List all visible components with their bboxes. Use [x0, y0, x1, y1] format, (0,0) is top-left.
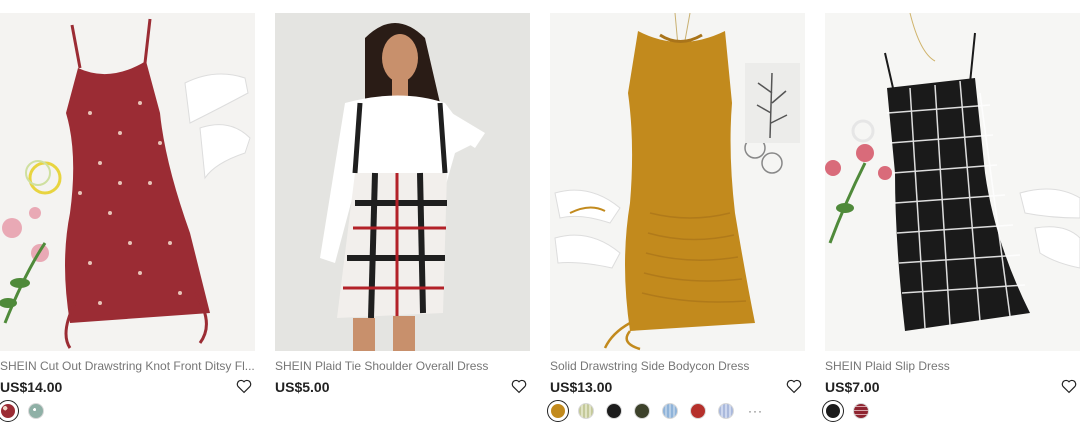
color-swatch[interactable] — [634, 403, 650, 419]
color-swatches — [822, 400, 1080, 422]
color-swatch[interactable] — [690, 403, 706, 419]
heart-outline-icon[interactable] — [1060, 377, 1078, 395]
color-swatch[interactable] — [28, 403, 44, 419]
product-card[interactable]: Solid Drawstring Side Bodycon Dress US$1… — [547, 13, 805, 422]
product-image[interactable] — [825, 13, 1080, 351]
color-swatches — [275, 400, 530, 422]
color-swatch[interactable] — [547, 400, 569, 422]
plaid-overall-dress-photo — [275, 13, 530, 351]
color-swatch[interactable] — [662, 403, 678, 419]
product-price: US$14.00 — [0, 379, 63, 395]
color-swatch[interactable] — [578, 403, 594, 419]
color-swatch[interactable] — [718, 403, 734, 419]
product-title[interactable]: SHEIN Cut Out Drawstring Knot Front Dits… — [0, 359, 255, 373]
product-title[interactable]: SHEIN Plaid Slip Dress — [825, 359, 1080, 373]
heart-outline-icon[interactable] — [235, 377, 253, 395]
product-image[interactable] — [0, 13, 255, 351]
product-price: US$5.00 — [275, 379, 330, 395]
product-image[interactable] — [275, 13, 530, 351]
color-swatch[interactable] — [0, 400, 19, 422]
mustard-bodycon-dress-illustration — [550, 13, 805, 351]
product-price: US$7.00 — [825, 379, 880, 395]
color-swatch[interactable] — [853, 403, 869, 419]
product-card[interactable]: SHEIN Cut Out Drawstring Knot Front Dits… — [0, 13, 255, 422]
color-swatch[interactable] — [606, 403, 622, 419]
product-grid: SHEIN Cut Out Drawstring Knot Front Dits… — [0, 0, 1080, 447]
product-title[interactable]: SHEIN Plaid Tie Shoulder Overall Dress — [275, 359, 530, 373]
product-price: US$13.00 — [550, 379, 613, 395]
floral-dress-illustration — [0, 13, 255, 351]
product-title[interactable]: Solid Drawstring Side Bodycon Dress — [550, 359, 805, 373]
color-swatches — [0, 400, 255, 422]
product-card[interactable]: SHEIN Plaid Slip Dress US$7.00 — [822, 13, 1080, 422]
color-swatches: ··· — [547, 400, 805, 422]
heart-outline-icon[interactable] — [785, 377, 803, 395]
product-card[interactable]: SHEIN Plaid Tie Shoulder Overall Dress U… — [275, 13, 530, 422]
color-swatch[interactable] — [822, 400, 844, 422]
heart-outline-icon[interactable] — [510, 377, 528, 395]
more-colors-button[interactable]: ··· — [748, 404, 763, 418]
plaid-slip-dress-illustration — [825, 13, 1080, 351]
product-image[interactable] — [550, 13, 805, 351]
